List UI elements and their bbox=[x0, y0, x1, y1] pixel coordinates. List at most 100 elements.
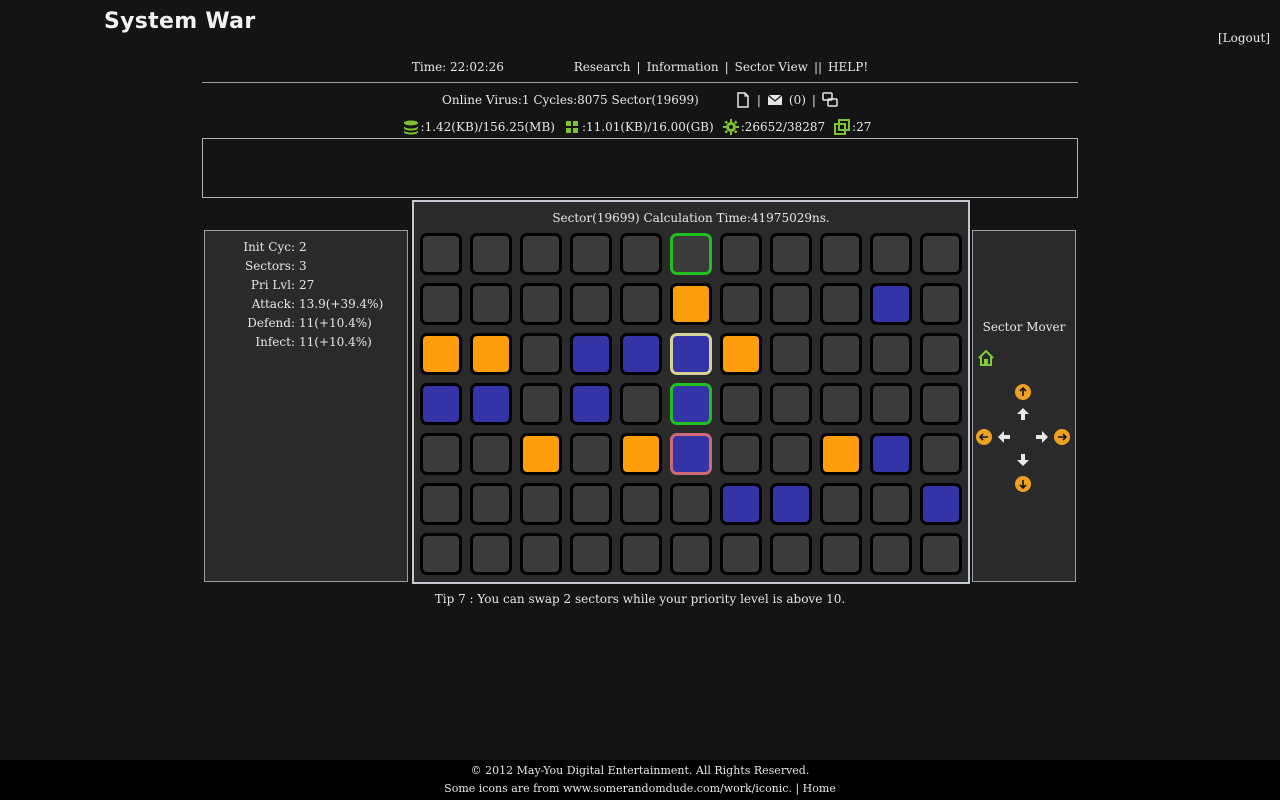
site-logo[interactable]: System War bbox=[104, 9, 255, 34]
sector-cell[interactable] bbox=[720, 533, 762, 575]
sector-cell[interactable] bbox=[470, 533, 512, 575]
sector-cell[interactable] bbox=[920, 533, 962, 575]
arrow-right-icon[interactable] bbox=[1034, 429, 1050, 448]
sector-cell[interactable] bbox=[770, 333, 812, 375]
sector-cell[interactable] bbox=[520, 533, 562, 575]
sector-cell[interactable] bbox=[770, 483, 812, 525]
sector-cell[interactable] bbox=[920, 333, 962, 375]
mover-title: Sector Mover bbox=[982, 320, 1066, 334]
sector-cell[interactable] bbox=[470, 283, 512, 325]
sector-cell[interactable] bbox=[570, 283, 612, 325]
nav-help-link[interactable]: HELP! bbox=[828, 60, 868, 74]
sector-cell[interactable] bbox=[570, 383, 612, 425]
sector-cell[interactable] bbox=[670, 433, 712, 475]
sector-cell[interactable] bbox=[470, 233, 512, 275]
sector-cell[interactable] bbox=[720, 233, 762, 275]
sector-cell[interactable] bbox=[670, 283, 712, 325]
mail-icon[interactable] bbox=[767, 92, 783, 108]
sector-cell[interactable] bbox=[720, 283, 762, 325]
sector-cell[interactable] bbox=[470, 483, 512, 525]
sector-cell[interactable] bbox=[520, 283, 562, 325]
sector-cell[interactable] bbox=[820, 433, 862, 475]
sector-cell[interactable] bbox=[770, 383, 812, 425]
sector-cell[interactable] bbox=[520, 483, 562, 525]
sector-cell[interactable] bbox=[870, 283, 912, 325]
sector-cell[interactable] bbox=[870, 533, 912, 575]
sector-cell[interactable] bbox=[420, 483, 462, 525]
nav-research-link[interactable]: Research bbox=[574, 60, 631, 74]
sector-cell[interactable] bbox=[570, 533, 612, 575]
sector-cell[interactable] bbox=[420, 433, 462, 475]
arrow-left-icon[interactable] bbox=[996, 429, 1012, 448]
move-down-far-icon[interactable] bbox=[1015, 476, 1031, 495]
sector-cell[interactable] bbox=[670, 233, 712, 275]
sector-cell[interactable] bbox=[420, 383, 462, 425]
sector-cell[interactable] bbox=[820, 233, 862, 275]
sector-cell[interactable] bbox=[770, 233, 812, 275]
sector-cell[interactable] bbox=[820, 283, 862, 325]
sector-cell[interactable] bbox=[470, 433, 512, 475]
move-left-far-icon[interactable] bbox=[976, 429, 992, 448]
document-icon[interactable] bbox=[735, 92, 751, 108]
sector-cell[interactable] bbox=[920, 483, 962, 525]
sector-cell[interactable] bbox=[720, 383, 762, 425]
sector-cell[interactable] bbox=[620, 383, 662, 425]
stat-label: Infect: bbox=[255, 335, 295, 349]
sector-cell[interactable] bbox=[620, 433, 662, 475]
sector-cell[interactable] bbox=[770, 433, 812, 475]
sector-cell[interactable] bbox=[670, 333, 712, 375]
sector-cell[interactable] bbox=[470, 333, 512, 375]
sector-cell[interactable] bbox=[620, 233, 662, 275]
sector-cell[interactable] bbox=[920, 433, 962, 475]
sector-cell[interactable] bbox=[720, 433, 762, 475]
sector-cell[interactable] bbox=[670, 533, 712, 575]
sector-cell[interactable] bbox=[520, 233, 562, 275]
sector-cell[interactable] bbox=[520, 333, 562, 375]
sector-cell[interactable] bbox=[420, 333, 462, 375]
nav-sector-view-link[interactable]: Sector View bbox=[735, 60, 808, 74]
sector-cell[interactable] bbox=[420, 233, 462, 275]
sector-cell[interactable] bbox=[670, 483, 712, 525]
sector-cell[interactable] bbox=[520, 433, 562, 475]
sector-cell[interactable] bbox=[820, 383, 862, 425]
sector-cell[interactable] bbox=[870, 383, 912, 425]
logout-link[interactable]: [Logout] bbox=[1218, 31, 1270, 45]
sector-cell[interactable] bbox=[620, 483, 662, 525]
move-right-far-icon[interactable] bbox=[1054, 429, 1070, 448]
sector-cell[interactable] bbox=[670, 383, 712, 425]
sector-cell[interactable] bbox=[620, 533, 662, 575]
sector-cell[interactable] bbox=[570, 233, 612, 275]
sector-cell[interactable] bbox=[770, 533, 812, 575]
sector-cell[interactable] bbox=[720, 483, 762, 525]
arrow-down-icon[interactable] bbox=[1015, 452, 1031, 471]
sector-cell[interactable] bbox=[920, 283, 962, 325]
sector-cell[interactable] bbox=[520, 383, 562, 425]
chat-icon[interactable] bbox=[822, 92, 838, 108]
sector-cell[interactable] bbox=[820, 333, 862, 375]
sector-cell[interactable] bbox=[620, 333, 662, 375]
sector-cell[interactable] bbox=[870, 233, 912, 275]
sector-cell[interactable] bbox=[720, 333, 762, 375]
sector-cell[interactable] bbox=[620, 283, 662, 325]
sector-cell[interactable] bbox=[570, 483, 612, 525]
sector-cell[interactable] bbox=[420, 533, 462, 575]
sector-cell[interactable] bbox=[470, 383, 512, 425]
sector-cell[interactable] bbox=[920, 233, 962, 275]
sector-cell[interactable] bbox=[770, 283, 812, 325]
sector-cell[interactable] bbox=[870, 483, 912, 525]
sector-cell[interactable] bbox=[820, 483, 862, 525]
sector-cell[interactable] bbox=[870, 433, 912, 475]
nav-information-link[interactable]: Information bbox=[647, 60, 719, 74]
arrow-up-icon[interactable] bbox=[1015, 406, 1031, 425]
sector-cell[interactable] bbox=[570, 433, 612, 475]
move-up-far-icon[interactable] bbox=[1015, 384, 1031, 403]
footer-home-link[interactable]: Home bbox=[803, 782, 836, 795]
stat-label: Sectors: bbox=[244, 259, 295, 273]
home-icon[interactable] bbox=[977, 349, 995, 370]
sector-cell[interactable] bbox=[420, 283, 462, 325]
sector-cell[interactable] bbox=[870, 333, 912, 375]
mail-count[interactable]: (0) bbox=[789, 93, 806, 107]
sector-cell[interactable] bbox=[920, 383, 962, 425]
sector-cell[interactable] bbox=[570, 333, 612, 375]
sector-cell[interactable] bbox=[820, 533, 862, 575]
